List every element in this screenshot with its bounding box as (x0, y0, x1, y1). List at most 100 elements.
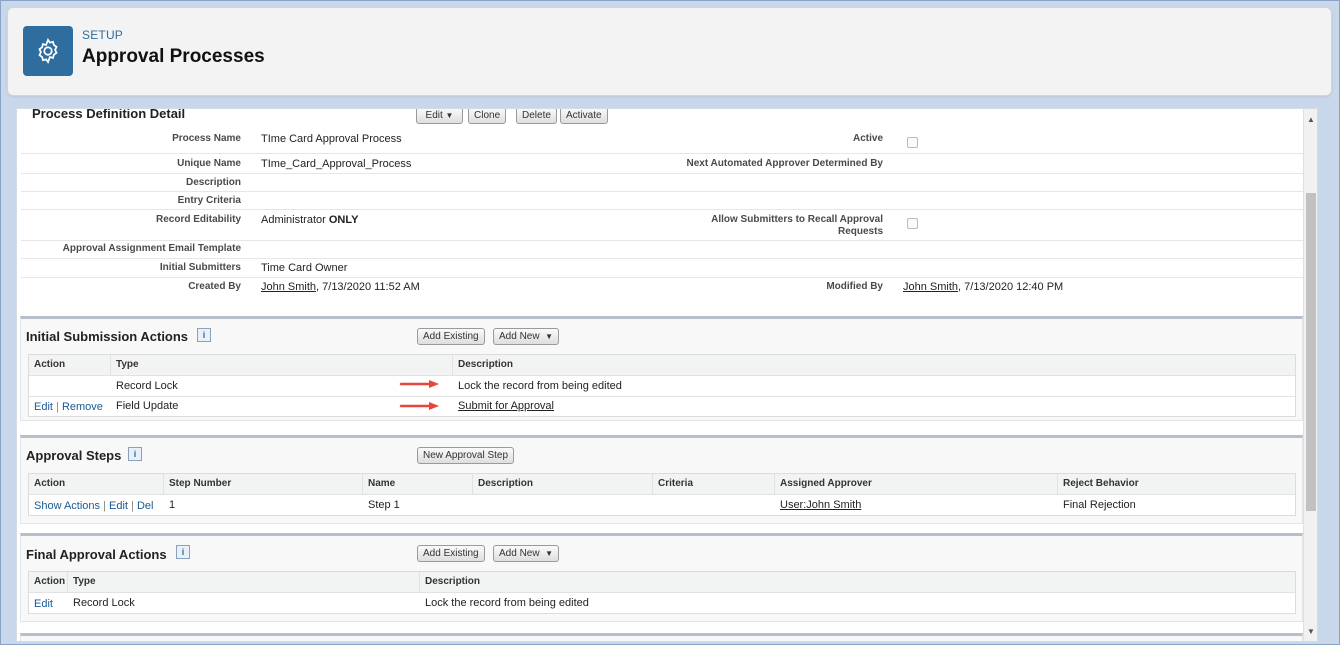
edit-link[interactable]: Edit (109, 500, 128, 512)
clone-button[interactable]: Clone (468, 109, 507, 124)
vertical-scrollbar[interactable]: ▲ ▼ (1303, 109, 1317, 641)
final-approval-table: Action Type Description Edit Record Lock… (28, 571, 1296, 614)
record-editability-value: Administrator ONLY (261, 214, 358, 226)
row-type: Record Lock (73, 597, 135, 609)
page-header: SETUP Approval Processes (7, 7, 1332, 96)
column-header: Action (29, 572, 68, 592)
active-checkbox (907, 137, 918, 148)
info-icon[interactable]: i (128, 447, 142, 461)
scrollbar-thumb[interactable] (1306, 193, 1316, 511)
record-editability-bold: ONLY (328, 214, 359, 226)
column-header: Description (453, 355, 1295, 375)
chevron-down-icon: ▼ (545, 549, 554, 558)
initial-submitters-label: Initial Submitters (159, 262, 241, 273)
column-header: Action (29, 355, 111, 375)
show-actions-link[interactable]: Show Actions (34, 500, 100, 512)
modified-by-user-link[interactable]: John Smith (903, 281, 958, 293)
created-by-user-link[interactable]: John Smith (261, 281, 316, 293)
add-new-button[interactable]: Add New ▼ (493, 545, 560, 562)
divider (21, 191, 1303, 192)
field-update-link[interactable]: Submit for Approval (458, 400, 554, 412)
red-arrow-icon (399, 402, 439, 410)
active-label: Active (852, 133, 883, 144)
reject-behavior: Final Rejection (1063, 499, 1136, 511)
setup-gear-icon (23, 26, 73, 76)
divider (29, 375, 1295, 376)
breadcrumb[interactable]: SETUP (82, 28, 123, 42)
add-new-label: Add New (499, 331, 540, 342)
step-number: 1 (169, 499, 176, 511)
page-title: Approval Processes (82, 46, 265, 67)
edit-button[interactable]: Edit ▼ (416, 109, 463, 124)
divider (21, 173, 1303, 174)
column-header: Description (473, 474, 653, 494)
assigned-approver-link[interactable]: User:John Smith (780, 499, 861, 511)
allow-recall-label-line2: Requests (837, 226, 883, 237)
description-label: Description (185, 177, 241, 188)
entry-criteria-label: Entry Criteria (177, 195, 241, 206)
divider (29, 592, 1295, 593)
app-frame: SETUP Approval Processes Process Definit… (0, 0, 1340, 645)
row-type: Record Lock (116, 380, 178, 392)
approval-steps-table: Action Step Number Name Description Crit… (28, 473, 1296, 516)
divider (29, 396, 1295, 397)
modified-by-date: , 7/13/2020 12:40 PM (958, 281, 1064, 293)
scroll-down-icon[interactable]: ▼ (1304, 625, 1317, 639)
scroll-up-icon[interactable]: ▲ (1304, 113, 1317, 127)
row-type: Field Update (116, 400, 179, 412)
created-by-label: Created By (188, 281, 241, 292)
email-template-label: Approval Assignment Email Template (62, 243, 241, 254)
column-header: Action (29, 474, 164, 494)
column-header: Description (420, 572, 1295, 592)
column-header: Type (68, 572, 420, 592)
add-existing-button[interactable]: Add Existing (417, 328, 485, 345)
approval-steps-section: Approval Steps i New Approval Step Actio… (20, 435, 1303, 524)
red-arrow-icon (399, 380, 439, 388)
row-description: Submit for Approval (453, 400, 554, 412)
separator: | (56, 401, 59, 413)
delete-button[interactable]: Delete (516, 109, 557, 124)
column-header: Criteria (653, 474, 775, 494)
remove-link[interactable]: Remove (62, 401, 103, 413)
initial-submission-table: Action Type Description Record Lock Lock… (28, 354, 1296, 417)
add-new-button[interactable]: Add New ▼ (493, 328, 560, 345)
modified-by-value: John Smith, 7/13/2020 12:40 PM (903, 281, 1063, 293)
column-header: Step Number (164, 474, 363, 494)
divider (21, 240, 1303, 241)
separator: | (131, 500, 134, 512)
assigned-approver: User:John Smith (775, 499, 861, 511)
edit-button-label: Edit (425, 110, 443, 121)
column-header: Type (111, 355, 453, 375)
row-actions: Edit | Remove (29, 401, 103, 413)
row-description: Lock the record from being edited (425, 597, 589, 609)
new-approval-step-button[interactable]: New Approval Step (417, 447, 515, 464)
edit-link[interactable]: Edit (34, 598, 53, 610)
initial-submission-section: Initial Submission Actions i Add Existin… (20, 316, 1303, 421)
detail-content: Process Definition Detail Edit ▼ Clone D… (17, 109, 1303, 641)
info-icon[interactable]: i (197, 328, 211, 342)
initial-submission-title: Initial Submission Actions (26, 329, 189, 344)
modified-by-label: Modified By (826, 281, 883, 292)
record-editability-label: Record Editability (155, 214, 241, 225)
delete-link[interactable]: Del (137, 500, 154, 512)
approval-steps-title: Approval Steps (26, 448, 122, 463)
edit-link[interactable]: Edit (34, 401, 53, 413)
process-name-label: Process Name (172, 133, 241, 144)
divider (21, 209, 1303, 210)
activate-button[interactable]: Activate (560, 109, 608, 124)
column-header: Assigned Approver (775, 474, 1058, 494)
created-by-value: John Smith, 7/13/2020 11:52 AM (261, 281, 420, 293)
final-approval-section: Final Approval Actions i Add Existing Ad… (20, 533, 1303, 622)
main-panel: Process Definition Detail Edit ▼ Clone D… (16, 108, 1318, 642)
column-header: Name (363, 474, 473, 494)
divider (21, 153, 1303, 154)
column-header: Reject Behavior (1058, 474, 1295, 494)
process-name-value: TIme Card Approval Process (261, 133, 402, 145)
row-description: Lock the record from being edited (458, 380, 622, 392)
process-definition-title: Process Definition Detail (32, 108, 186, 121)
add-existing-button[interactable]: Add Existing (417, 545, 485, 562)
info-icon[interactable]: i (176, 545, 190, 559)
row-actions: Edit (29, 598, 53, 610)
allow-recall-label-line1: Allow Submitters to Recall Approval (711, 214, 883, 225)
next-section-partial (20, 633, 1303, 641)
